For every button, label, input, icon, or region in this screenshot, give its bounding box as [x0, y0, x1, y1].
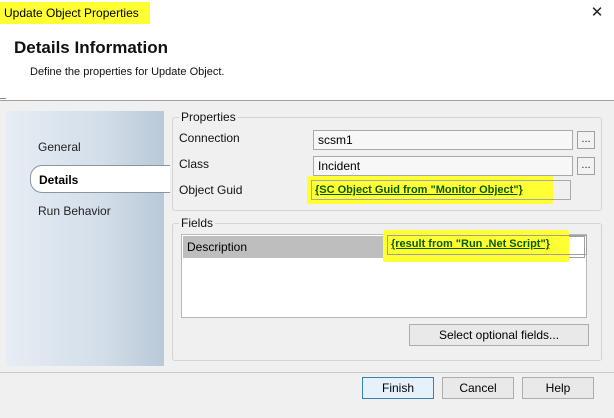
- wizard-header: Details Information Define the propertie…: [0, 30, 614, 100]
- nav-item-general[interactable]: General: [6, 133, 164, 161]
- wizard-nav: General Details Run Behavior: [6, 111, 170, 366]
- class-label: Class: [179, 157, 210, 171]
- nav-item-run-behavior[interactable]: Run Behavior: [6, 197, 164, 225]
- class-browse-button[interactable]: ...: [577, 157, 595, 175]
- connection-field[interactable]: scsm1: [313, 130, 573, 150]
- page-subtitle: Define the properties for Update Object.: [30, 66, 225, 78]
- object-guid-label: Object Guid: [179, 183, 243, 197]
- title-bar: Update Object Properties ✕: [0, 0, 614, 30]
- close-icon[interactable]: ✕: [586, 2, 608, 24]
- fields-group: Fields Description {result from "Run .Ne…: [172, 216, 602, 361]
- connection-browse-button[interactable]: ...: [577, 131, 595, 149]
- cancel-button[interactable]: Cancel: [442, 377, 514, 399]
- properties-legend: Properties: [179, 110, 238, 124]
- window-title: Update Object Properties: [0, 2, 150, 24]
- properties-group: Properties Connection scsm1 ... Class In…: [172, 110, 602, 211]
- finish-button[interactable]: Finish: [362, 377, 434, 399]
- help-button[interactable]: Help: [522, 377, 594, 399]
- object-guid-value[interactable]: {SC Object Guid from "Monitor Object"}: [315, 184, 523, 196]
- select-optional-fields-button[interactable]: Select optional fields...: [409, 324, 589, 346]
- body-area: General Details Run Behavior Properties …: [0, 100, 614, 372]
- nav-item-details[interactable]: Details: [30, 165, 170, 193]
- page-title: Details Information: [14, 38, 168, 57]
- class-field[interactable]: Incident: [313, 156, 573, 176]
- description-value[interactable]: {result from "Run .Net Script"}: [391, 238, 550, 250]
- wizard-footer: Finish Cancel Help: [0, 372, 614, 418]
- fields-legend: Fields: [179, 216, 216, 230]
- field-name-cell: Description: [183, 236, 385, 258]
- connection-label: Connection: [179, 131, 240, 145]
- divider: [0, 98, 6, 99]
